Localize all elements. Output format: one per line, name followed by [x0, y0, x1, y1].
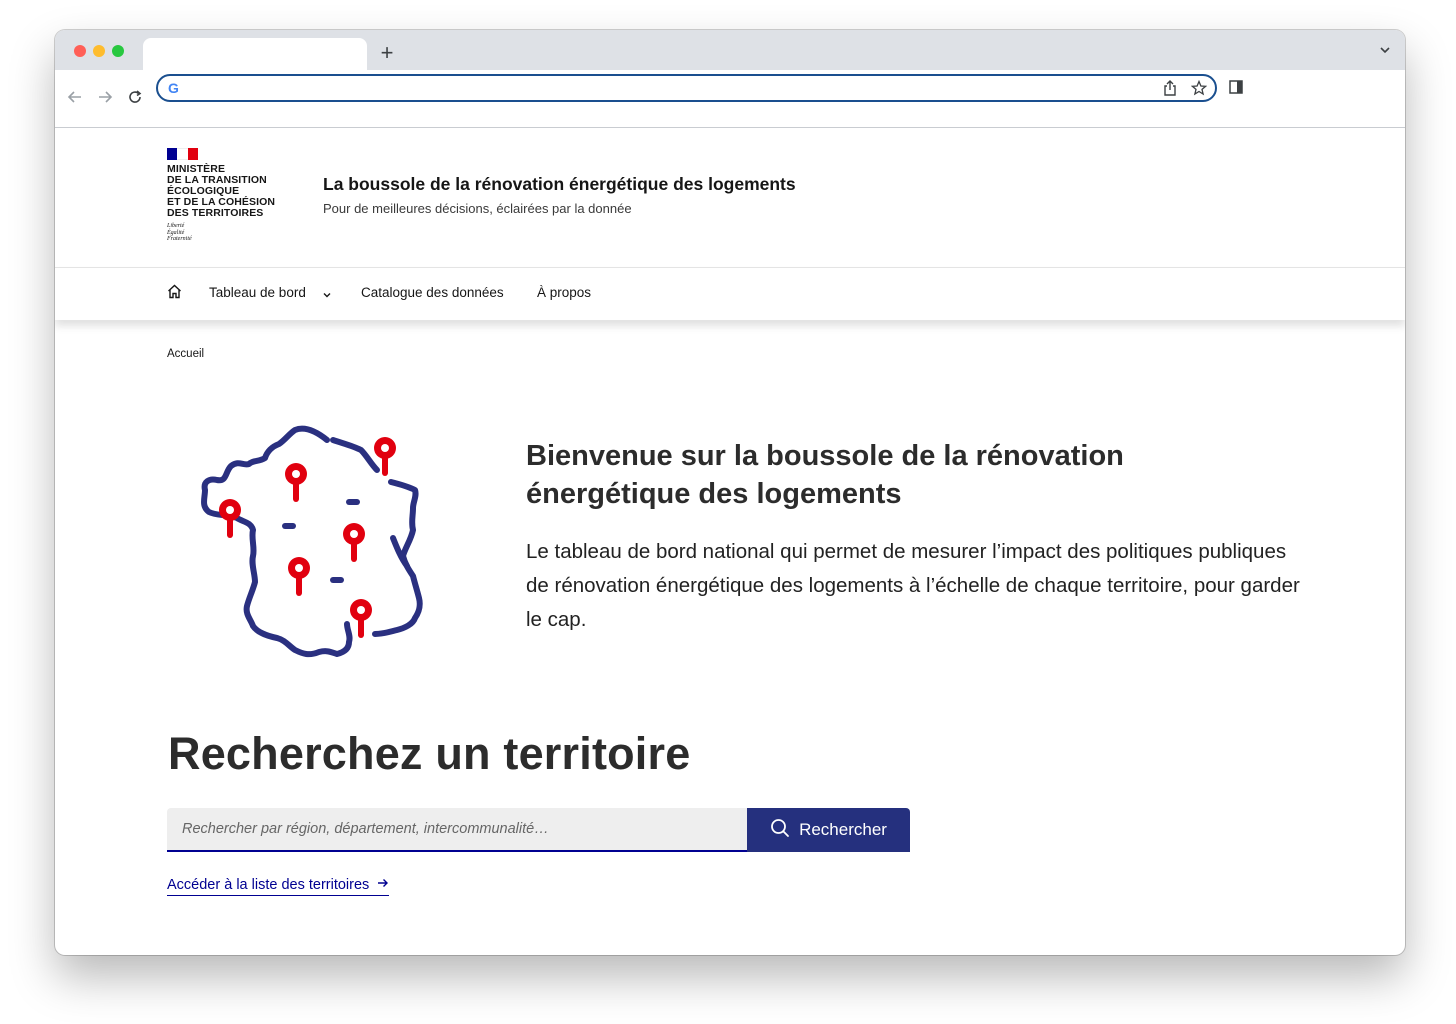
- territory-list-link[interactable]: Accéder à la liste des territoires: [167, 877, 390, 896]
- new-tab-button[interactable]: +: [377, 41, 397, 65]
- breadcrumb: Accueil: [167, 348, 205, 360]
- service-tagline: Pour de meilleures décisions, éclairées …: [323, 201, 632, 216]
- service-title[interactable]: La boussole de la rénovation énergétique…: [323, 174, 796, 195]
- arrow-right-icon: [377, 877, 389, 893]
- france-map-illustration: [195, 422, 445, 662]
- search-button[interactable]: Rechercher: [747, 808, 910, 852]
- territory-list-link-label: Accéder à la liste des territoires: [167, 877, 370, 893]
- republic-motto: Liberté Égalité Fraternité: [167, 223, 192, 242]
- tab-strip: +: [55, 30, 1405, 70]
- marianne-flag-icon: [167, 148, 198, 160]
- site-header: MINISTÈRE DE LA TRANSITION ÉCOLOGIQUE ET…: [55, 128, 1405, 268]
- nav-item-tableau-de-bord[interactable]: Tableau de bord: [209, 285, 306, 300]
- hero-title: Bienvenue sur la boussole de la rénovati…: [526, 440, 1124, 510]
- hero-description: Le tableau de bord national qui permet d…: [526, 540, 1300, 631]
- browser-toolbar: G: [55, 70, 1405, 128]
- browser-window: + G MINISTÈRE DE LA TRANSITION ÉCOLOGIQU…: [55, 30, 1405, 955]
- ministry-name: MINISTÈRE DE LA TRANSITION ÉCOLOGIQUE ET…: [167, 163, 276, 219]
- minimize-window-button[interactable]: [93, 45, 105, 57]
- search-icon: [770, 818, 790, 843]
- share-icon[interactable]: [1163, 80, 1177, 101]
- back-icon[interactable]: [64, 86, 86, 108]
- browser-tab[interactable]: [143, 38, 367, 70]
- chevron-down-icon[interactable]: [322, 287, 332, 305]
- search-section-title: Recherchez un territoire: [168, 728, 691, 779]
- reload-icon[interactable]: [124, 86, 146, 108]
- bookmark-star-icon[interactable]: [1190, 79, 1208, 101]
- tab-search-chevron-icon[interactable]: [1379, 44, 1391, 59]
- nav-item-catalogue[interactable]: Catalogue des données: [361, 285, 504, 300]
- close-window-button[interactable]: [74, 45, 86, 57]
- territory-search-input[interactable]: [167, 808, 748, 852]
- nav-item-a-propos[interactable]: À propos: [537, 285, 591, 300]
- side-panel-icon[interactable]: [1229, 80, 1243, 99]
- maximize-window-button[interactable]: [112, 45, 124, 57]
- search-button-label: Rechercher: [799, 820, 887, 839]
- main-navigation: Tableau de bord Catalogue des données À …: [55, 268, 1405, 320]
- home-icon[interactable]: [167, 284, 183, 300]
- forward-icon[interactable]: [94, 86, 116, 108]
- address-bar[interactable]: G: [156, 74, 1217, 102]
- google-icon: G: [168, 80, 179, 96]
- ministry-logo[interactable]: MINISTÈRE DE LA TRANSITION ÉCOLOGIQUE ET…: [167, 148, 297, 243]
